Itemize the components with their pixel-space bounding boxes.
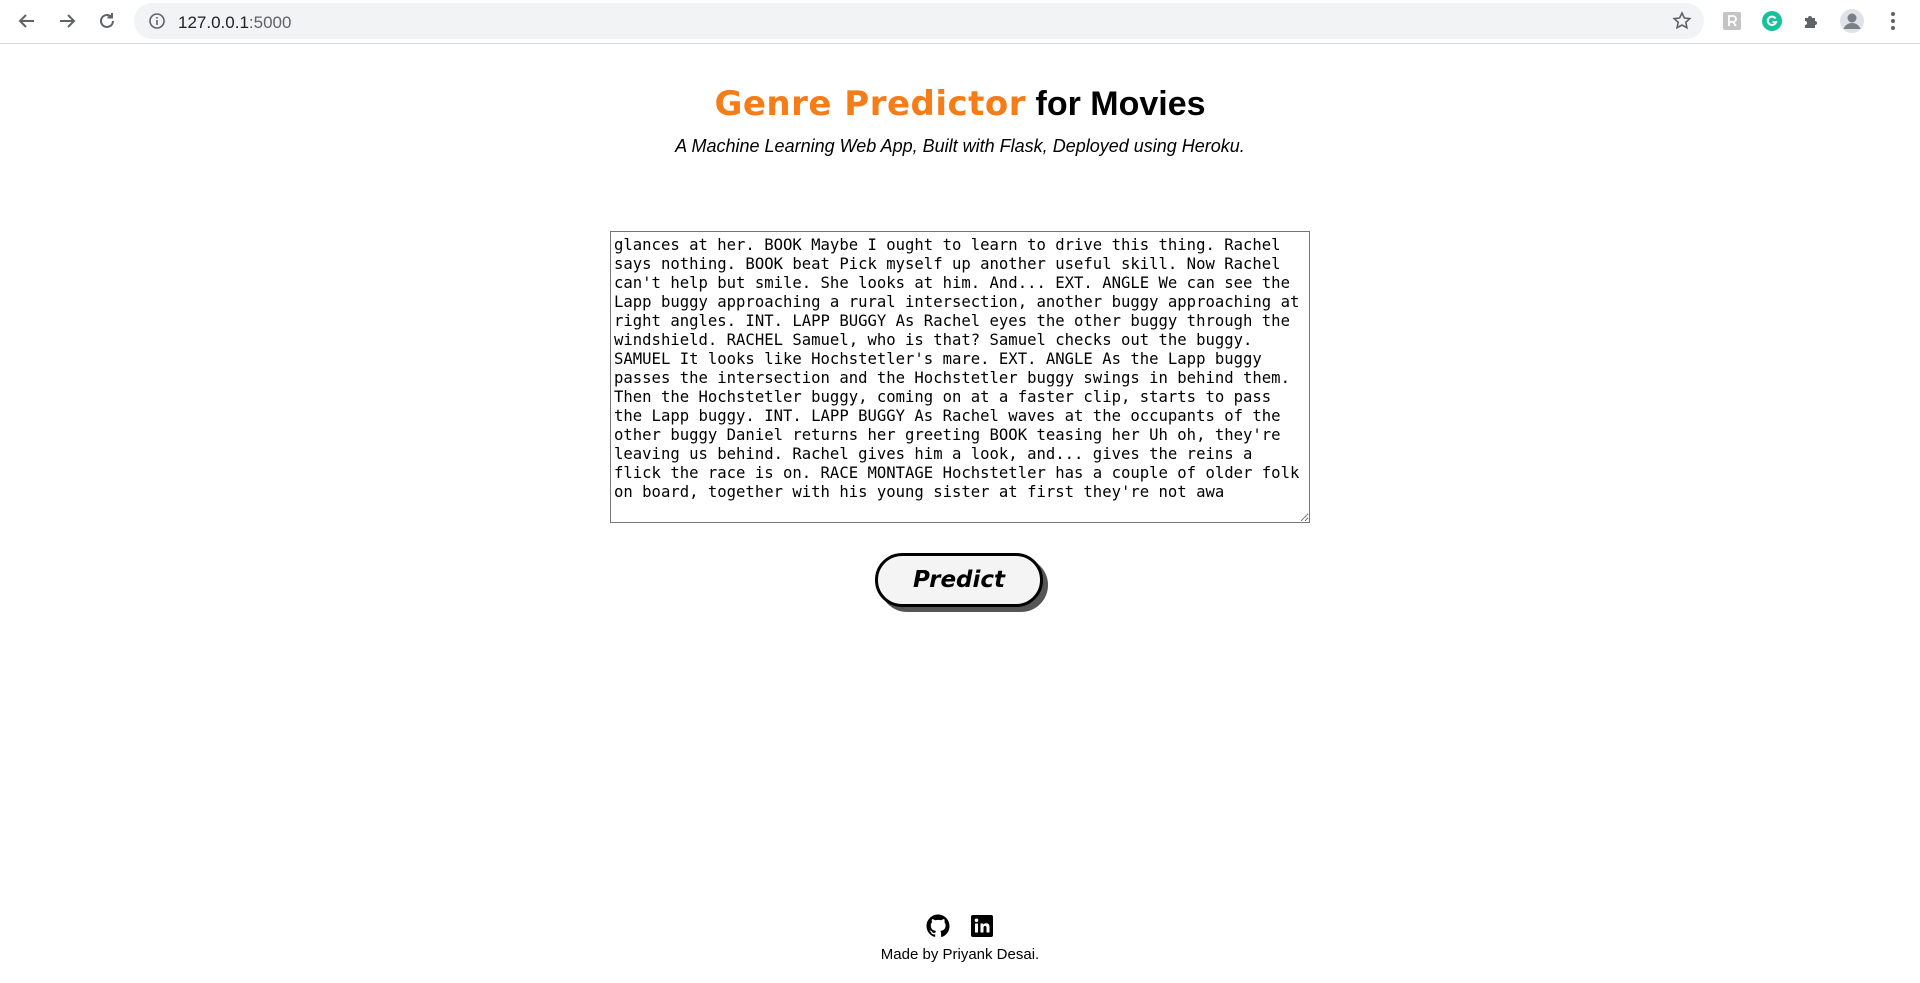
back-button[interactable]: [12, 6, 42, 36]
url-port: :5000: [248, 13, 292, 32]
site-info-icon[interactable]: [148, 12, 166, 30]
address-bar[interactable]: 127.0.0.1:5000: [134, 3, 1704, 39]
forward-button[interactable]: [52, 6, 82, 36]
page-content: Genre Predictor for Movies A Machine Lea…: [0, 44, 1920, 983]
script-textarea[interactable]: glances at her. BOOK Maybe I ought to le…: [610, 231, 1310, 523]
title-brand: Genre Predictor: [714, 84, 1027, 124]
reload-icon: [100, 13, 114, 28]
forward-arrow-icon: [60, 14, 76, 28]
title-rest: for Movies: [1026, 85, 1206, 123]
url-host: 127.0.0.1: [178, 13, 249, 32]
url-text: 127.0.0.1:5000: [178, 13, 291, 33]
browser-menu-icon[interactable]: [1880, 8, 1906, 34]
browser-toolbar: 127.0.0.1:5000: [0, 0, 1920, 44]
linkedin-link[interactable]: [970, 914, 994, 938]
social-links: [0, 914, 1920, 938]
footer-credit: Made by Priyank Desai.: [880, 946, 1040, 963]
github-icon: [926, 914, 950, 938]
predict-button[interactable]: Predict: [875, 553, 1043, 607]
extensions-puzzle-icon[interactable]: [1799, 8, 1825, 34]
linkedin-icon: [971, 915, 993, 937]
back-arrow-icon: [18, 14, 34, 28]
grammarly-icon[interactable]: [1759, 8, 1785, 34]
extension-r-icon[interactable]: [1719, 8, 1745, 34]
page-title: Genre Predictor for Movies: [0, 84, 1920, 124]
reload-button[interactable]: [92, 6, 122, 36]
page-subtitle: A Machine Learning Web App, Built with F…: [675, 136, 1245, 156]
bookmark-star-icon[interactable]: [1672, 11, 1692, 31]
profile-avatar[interactable]: [1839, 8, 1865, 34]
github-link[interactable]: [926, 914, 950, 938]
